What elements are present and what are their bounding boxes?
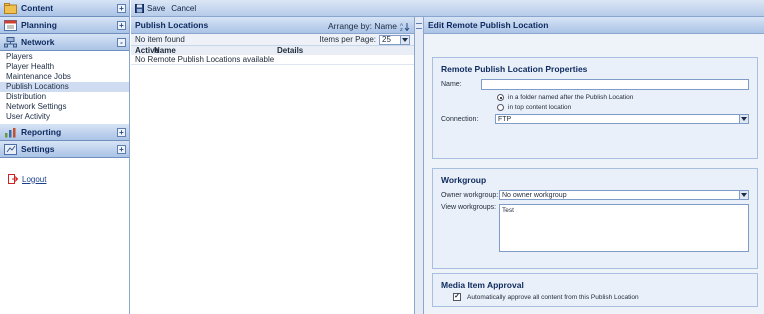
nav-section-settings[interactable]: Settings +	[0, 141, 129, 158]
edit-publish-location-panel: Edit Remote Publish Location Remote Publ…	[424, 17, 764, 314]
nav-section-label: Planning	[21, 20, 57, 30]
logout-link[interactable]: Logout	[0, 174, 129, 184]
nav-item-players[interactable]: Players	[0, 52, 129, 62]
collapse-toggle-icon[interactable]: -	[117, 38, 126, 47]
arrange-by-label: Arrange by: Name	[328, 21, 397, 31]
view-workgroups-list[interactable]: Test	[499, 204, 749, 252]
name-label: Name:	[441, 81, 462, 88]
column-header-details[interactable]: Details	[277, 46, 303, 55]
cancel-button[interactable]: Cancel	[171, 4, 196, 13]
expand-toggle-icon[interactable]: +	[117, 128, 126, 137]
toolbar: Save Cancel	[131, 0, 764, 17]
owner-workgroup-select[interactable]: No owner workgroup	[499, 190, 749, 200]
chevron-down-icon[interactable]	[400, 35, 409, 44]
list-meta-bar: No item found Items per Page: 25	[131, 34, 414, 46]
approval-legend: Media Item Approval	[441, 280, 524, 290]
splitter-grip-icon[interactable]	[416, 23, 422, 29]
nav-item-network-settings[interactable]: Network Settings	[0, 102, 129, 112]
nav-section-label: Settings	[21, 144, 55, 154]
nav-item-player-health[interactable]: Player Health	[0, 62, 129, 72]
auto-approve-label: Automatically approve all content from t…	[467, 293, 639, 301]
panel-splitter[interactable]	[415, 17, 424, 314]
folder-radio-label: in a folder named after the Publish Loca…	[508, 94, 634, 101]
connection-row: Connection: FTP	[441, 114, 749, 124]
items-per-page-label: Items per Page:	[319, 35, 376, 44]
arrange-by-control[interactable]: Arrange by: Name AZ	[328, 21, 410, 31]
expand-toggle-icon[interactable]: +	[117, 21, 126, 30]
panel-header: Publish Locations Arrange by: Name AZ	[131, 17, 414, 34]
nav-section-content[interactable]: Content +	[0, 0, 129, 17]
top-location-radio[interactable]	[497, 104, 504, 111]
column-header-active[interactable]: Active	[135, 46, 159, 55]
save-button[interactable]: Save	[135, 3, 166, 13]
nav-section-label: Network	[21, 37, 55, 47]
panel-title: Publish Locations	[135, 20, 209, 30]
expand-toggle-icon[interactable]: +	[117, 4, 126, 13]
owner-workgroup-row: Owner workgroup: No owner workgroup	[441, 190, 749, 200]
properties-legend: Remote Publish Location Properties	[441, 64, 588, 74]
nav-section-reporting[interactable]: Reporting +	[0, 124, 129, 141]
connection-label: Connection:	[441, 115, 479, 123]
connection-select[interactable]: FTP	[495, 114, 749, 124]
settings-icon	[3, 143, 17, 156]
workgroup-fieldset: Workgroup Owner workgroup: No owner work…	[432, 168, 758, 269]
save-disk-icon	[135, 3, 144, 13]
empty-list-message: No Remote Publish Locations available	[131, 55, 414, 65]
items-per-page-select[interactable]: 25	[379, 34, 410, 45]
nav-item-user-activity[interactable]: User Activity	[0, 112, 129, 122]
network-menu-list: Players Player Health Maintenance Jobs P…	[0, 51, 129, 124]
logout-icon	[8, 174, 18, 184]
folder-radio[interactable]	[497, 94, 504, 101]
items-per-page-value: 25	[382, 35, 391, 44]
nav-item-publish-locations[interactable]: Publish Locations	[0, 82, 129, 92]
chevron-down-icon[interactable]	[739, 191, 748, 199]
no-item-text: No item found	[135, 35, 185, 44]
navigation-sidebar: Content + Planning + Network - Players P…	[0, 0, 130, 314]
auto-approve-checkbox[interactable]: ✓	[453, 293, 461, 301]
view-workgroups-label: View workgroups:	[441, 204, 497, 211]
items-per-page-control: Items per Page: 25	[319, 34, 410, 45]
calendar-icon	[3, 19, 17, 32]
cancel-label: Cancel	[171, 3, 197, 13]
owner-workgroup-label: Owner workgroup:	[441, 191, 499, 199]
publish-locations-panel: Publish Locations Arrange by: Name AZ No…	[131, 17, 415, 314]
table-header: Active Name Details	[131, 46, 414, 55]
workgroup-legend: Workgroup	[441, 175, 487, 185]
nav-section-network[interactable]: Network -	[0, 34, 129, 51]
save-label: Save	[147, 3, 166, 13]
content-folder-icon	[3, 2, 17, 15]
top-location-radio-label: in top content location	[508, 104, 572, 111]
nav-item-maintenance-jobs[interactable]: Maintenance Jobs	[0, 72, 129, 82]
nav-section-label: Reporting	[21, 127, 62, 137]
chevron-down-icon[interactable]	[739, 115, 748, 123]
expand-toggle-icon[interactable]: +	[117, 145, 126, 154]
folder-option[interactable]: in a folder named after the Publish Loca…	[497, 94, 749, 101]
svg-text:Z: Z	[400, 27, 403, 31]
nav-section-planning[interactable]: Planning +	[0, 17, 129, 34]
column-header-name[interactable]: Name	[154, 46, 277, 55]
nav-section-label: Content	[21, 3, 54, 13]
logout-label[interactable]: Logout	[22, 175, 46, 184]
name-input[interactable]	[481, 79, 749, 90]
owner-workgroup-value: No owner workgroup	[502, 191, 567, 199]
approval-fieldset: Media Item Approval ✓ Automatically appr…	[432, 273, 758, 307]
name-row: Name:	[441, 79, 749, 90]
properties-fieldset: Remote Publish Location Properties Name:…	[432, 57, 758, 159]
connection-value: FTP	[498, 115, 512, 123]
nav-item-distribution[interactable]: Distribution	[0, 92, 129, 102]
edit-panel-title: Edit Remote Publish Location	[424, 17, 764, 34]
auto-approve-row[interactable]: ✓ Automatically approve all content from…	[453, 293, 749, 301]
view-workgroups-row: View workgroups: Test	[441, 204, 749, 252]
network-icon	[3, 36, 17, 49]
sort-az-icon[interactable]: AZ	[400, 22, 410, 31]
top-location-option[interactable]: in top content location	[497, 104, 749, 111]
report-chart-icon	[3, 126, 17, 139]
